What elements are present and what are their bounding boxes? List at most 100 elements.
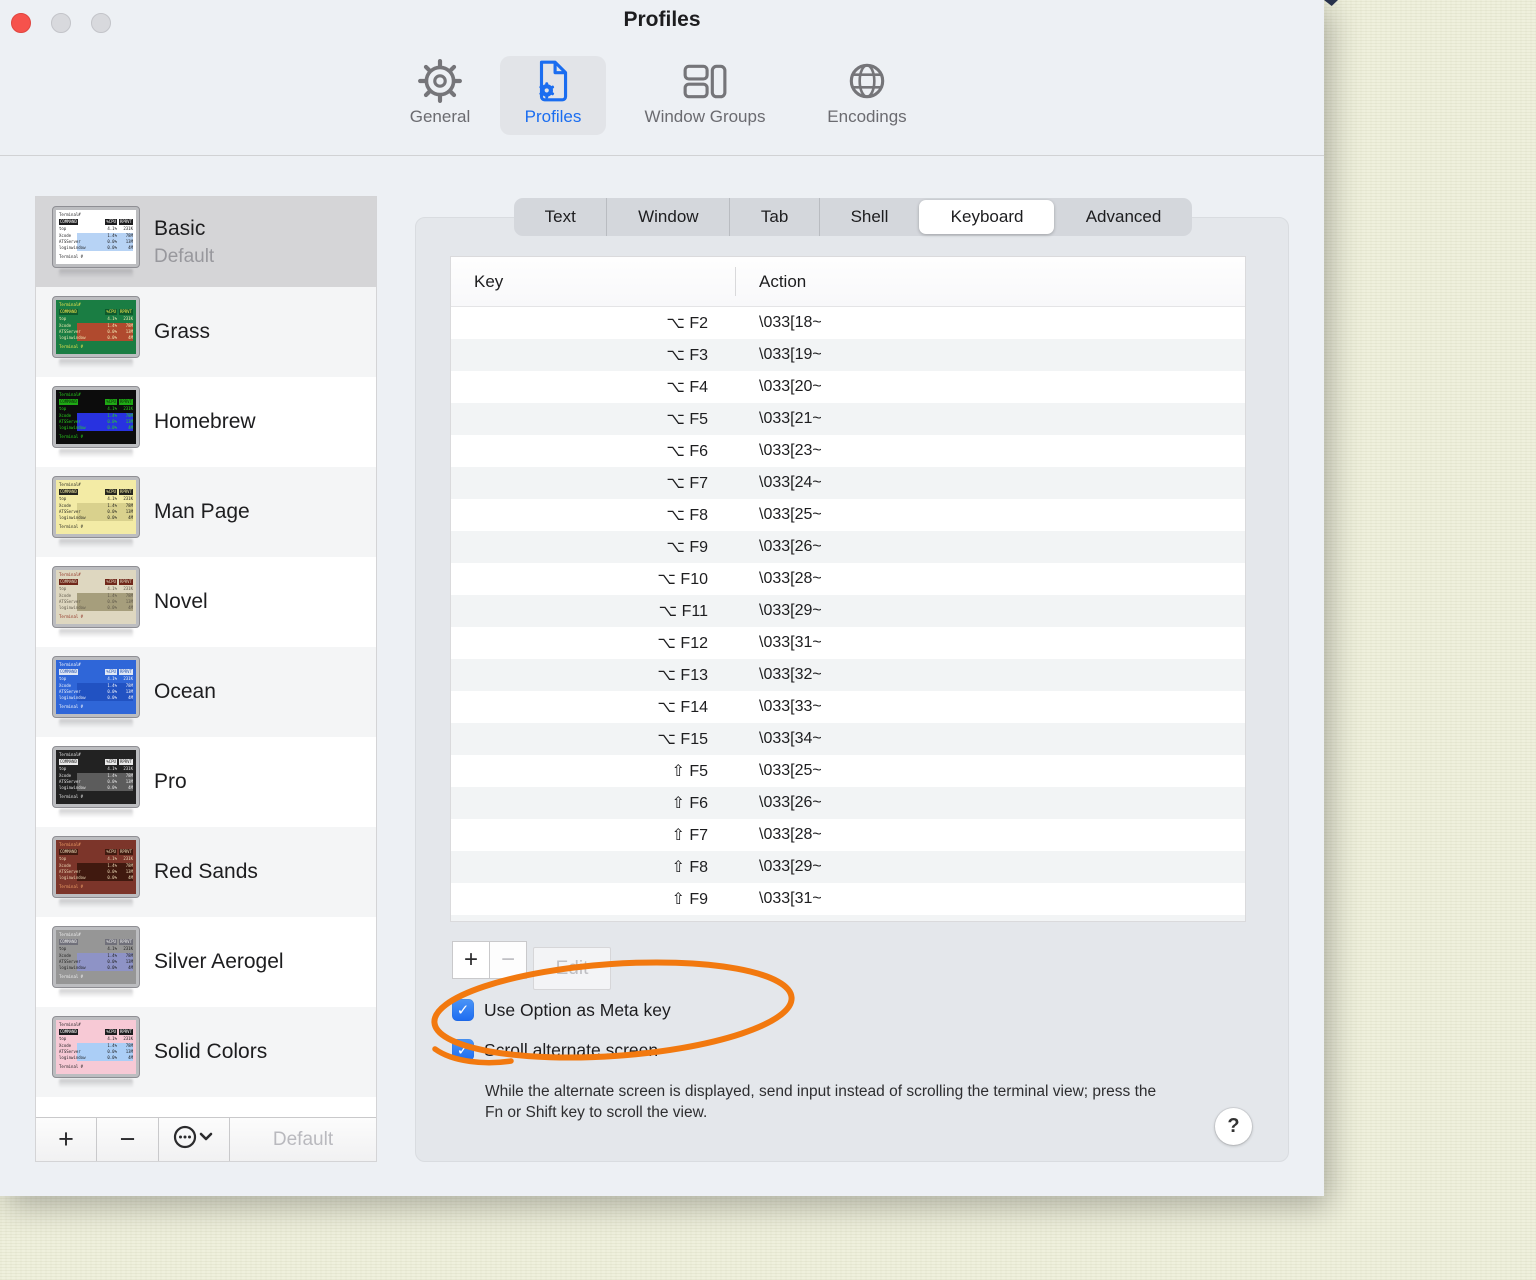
toolbar-separator: [0, 155, 1324, 156]
sidebar-button-bar: + − Default: [36, 1117, 376, 1161]
use-option-as-meta-key-checkbox[interactable]: ✓: [452, 999, 474, 1021]
tab-text[interactable]: Text: [514, 198, 606, 236]
column-header-key: Key: [474, 271, 504, 291]
set-default-profile-button[interactable]: Default: [230, 1118, 376, 1161]
toolbar-label-encodings: Encodings: [827, 107, 907, 126]
key-cell: ⇧ F9: [671, 891, 708, 908]
profile-item-red-sands[interactable]: Terminal# COMMAND %CPU RPRVT top 4.1% 231K Xcod…: [36, 827, 376, 917]
key-cell: ⇧ F5: [671, 763, 708, 780]
ellipsis-circle-icon: [173, 1124, 215, 1155]
profile-tabs: Text Window Tab Shell Keyboard Advanced: [514, 198, 1192, 236]
help-button[interactable]: ?: [1215, 1108, 1252, 1145]
profile-item-man-page[interactable]: Terminal# COMMAND %CPU RPRVT top 4.1% 231K Xcod…: [36, 467, 376, 557]
key-cell: ⌥ F7: [666, 475, 708, 492]
action-cell: \033[29~: [759, 858, 822, 875]
key-cell: ⌥ F10: [657, 571, 708, 588]
tab-shell[interactable]: Shell: [818, 198, 919, 236]
profile-thumbnail: Terminal# COMMAND %CPU RPRVT top 4.1% 231K Xcod…: [52, 476, 140, 548]
profile-item-homebrew[interactable]: Terminal# COMMAND %CPU RPRVT top 4.1% 231K Xcod…: [36, 377, 376, 467]
toolbar-item-profiles[interactable]: Profiles: [483, 57, 623, 127]
profile-item-pro[interactable]: Terminal# COMMAND %CPU RPRVT top 4.1% 231K Xcod…: [36, 737, 376, 827]
key-mapping-row[interactable]: ⌥ F10 \033[28~: [451, 563, 1245, 595]
profile-name: Novel: [154, 590, 208, 613]
key-mapping-row[interactable]: ⇧ F5 \033[25~: [451, 755, 1245, 787]
use-option-as-meta-key-row: ✓ Use Option as Meta key: [452, 999, 671, 1021]
profile-thumbnail: Terminal# COMMAND %CPU RPRVT top 4.1% 231K Xcod…: [52, 926, 140, 998]
profile-name: Silver Aerogel: [154, 950, 284, 973]
key-mapping-row[interactable]: ⌥ F3 \033[19~: [451, 339, 1245, 371]
gear-icon: [417, 57, 463, 105]
profile-item-silver-aerogel[interactable]: Terminal# COMMAND %CPU RPRVT top 4.1% 231K Xcod…: [36, 917, 376, 1007]
key-cell: ⌥ F8: [666, 507, 708, 524]
key-cell: ⇧ F8: [671, 859, 708, 876]
action-cell: \033[21~: [759, 410, 822, 427]
tab-keyboard[interactable]: Keyboard: [919, 200, 1055, 234]
window-title: Profiles: [623, 8, 701, 31]
tab-window[interactable]: Window: [606, 198, 729, 236]
key-mapping-row[interactable]: ⌥ F6 \033[23~: [451, 435, 1245, 467]
action-cell: \033[26~: [759, 794, 822, 811]
key-mapping-row[interactable]: ⌥ F15 \033[34~: [451, 723, 1245, 755]
profile-item-grass[interactable]: Terminal# COMMAND %CPU RPRVT top 4.1% 231K Xcod…: [36, 287, 376, 377]
action-cell: \033[28~: [759, 570, 822, 587]
key-mapping-row[interactable]: ⌥ F13 \033[32~: [451, 659, 1245, 691]
profile-thumbnail: Terminal# COMMAND %CPU RPRVT top 4.1% 231K Xcod…: [52, 386, 140, 458]
key-mapping-row[interactable]: ⌥ F7 \033[24~: [451, 467, 1245, 499]
key-mapping-row[interactable]: ⇧ F6 \033[26~: [451, 787, 1245, 819]
key-mapping-row[interactable]: ⌥ F2 \033[18~: [451, 307, 1245, 339]
toolbar-item-window-groups[interactable]: Window Groups: [620, 57, 790, 127]
profile-name: Pro: [154, 770, 187, 793]
profile-thumbnail: Terminal# COMMAND %CPU RPRVT top 4.1% 231K Xcod…: [52, 1016, 140, 1088]
key-mapping-row[interactable]: ⇧ F9 \033[31~: [451, 883, 1245, 915]
key-mapping-row[interactable]: ⌥ F11 \033[29~: [451, 595, 1245, 627]
key-cell: ⌥ F12: [657, 635, 708, 652]
profile-name: Red Sands: [154, 860, 258, 883]
column-header-action: Action: [759, 271, 807, 291]
action-cell: \033[32~: [759, 666, 822, 683]
add-profile-button[interactable]: +: [36, 1118, 97, 1161]
profile-name: Homebrew: [154, 410, 256, 433]
add-key-mapping-button[interactable]: +: [452, 941, 490, 979]
toolbar-label-window-groups: Window Groups: [644, 107, 766, 126]
profile-item-basic[interactable]: Terminal# COMMAND %CPU RPRVT top 4.1% 231K Xcod…: [36, 197, 376, 287]
partial-row-stripe: [451, 915, 1245, 921]
key-mapping-row[interactable]: ⌥ F9 \033[26~: [451, 531, 1245, 563]
key-cell: ⌥ F3: [666, 347, 708, 364]
profile-thumbnail: Terminal# COMMAND %CPU RPRVT top 4.1% 231K Xcod…: [52, 566, 140, 638]
profile-thumbnail: Terminal# COMMAND %CPU RPRVT top 4.1% 231K Xcod…: [52, 296, 140, 368]
key-mapping-row[interactable]: ⌥ F14 \033[33~: [451, 691, 1245, 723]
key-mapping-row[interactable]: ⌥ F4 \033[20~: [451, 371, 1245, 403]
scroll-alternate-screen-checkbox[interactable]: ✓: [452, 1039, 474, 1061]
edit-key-mapping-button[interactable]: Edit: [533, 947, 611, 990]
profile-document-icon: [530, 57, 576, 105]
profile-name: Ocean: [154, 680, 216, 703]
key-mapping-row[interactable]: ⌥ F8 \033[25~: [451, 499, 1245, 531]
use-option-as-meta-key-label: Use Option as Meta key: [484, 999, 671, 1020]
action-cell: \033[25~: [759, 762, 822, 779]
profile-name: Grass: [154, 320, 211, 343]
profile-item-solid-colors[interactable]: Terminal# COMMAND %CPU RPRVT top 4.1% 231K Xcod…: [36, 1007, 376, 1097]
profile-actions-menu-button[interactable]: [159, 1118, 230, 1161]
action-cell: \033[18~: [759, 314, 822, 331]
key-mapping-row[interactable]: ⇧ F8 \033[29~: [451, 851, 1245, 883]
profile-thumbnail: Terminal# COMMAND %CPU RPRVT top 4.1% 231K Xcod…: [52, 206, 140, 278]
profile-item-ocean[interactable]: Terminal# COMMAND %CPU RPRVT top 4.1% 231K Xcod…: [36, 647, 376, 737]
key-mapping-row[interactable]: ⇧ F7 \033[28~: [451, 819, 1245, 851]
toolbar-item-encodings[interactable]: Encodings: [797, 57, 937, 127]
window-groups-icon: [681, 57, 729, 105]
tab-advanced[interactable]: Advanced: [1054, 198, 1192, 236]
key-mappings-table: Key Action ⌥ F2 \033[18~ ⌥ F3 \033[19~ ⌥ F4 \…: [450, 256, 1246, 922]
profile-name: Man Page: [154, 500, 250, 523]
remove-profile-button[interactable]: −: [97, 1118, 159, 1161]
alternate-screen-help-text: While the alternate screen is displayed,…: [485, 1083, 1157, 1121]
key-cell: ⌥ F11: [658, 603, 708, 620]
remove-key-mapping-button[interactable]: −: [489, 941, 527, 979]
scroll-alternate-screen-row: ✓ Scroll alternate screen: [452, 1039, 658, 1061]
tab-tab[interactable]: Tab: [729, 198, 819, 236]
key-mapping-row[interactable]: ⌥ F5 \033[21~: [451, 403, 1245, 435]
key-cell: ⌥ F14: [657, 699, 708, 716]
profile-item-novel[interactable]: Terminal# COMMAND %CPU RPRVT top 4.1% 231K Xcod…: [36, 557, 376, 647]
action-cell: \033[31~: [759, 634, 822, 651]
action-cell: \033[26~: [759, 538, 822, 555]
key-mapping-row[interactable]: ⌥ F12 \033[31~: [451, 627, 1245, 659]
